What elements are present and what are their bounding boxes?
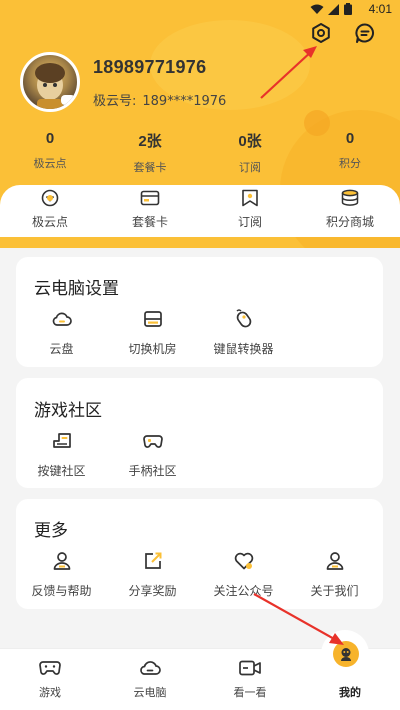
coins-icon (341, 189, 359, 206)
user-help-icon (53, 552, 70, 570)
nav-watch[interactable]: 看一看 (200, 649, 300, 710)
more-card: 更多 反馈与帮助 分享奖励 关注公众号 关于我们 (16, 499, 383, 609)
battery-icon (344, 3, 352, 15)
keys-icon (52, 433, 71, 448)
quick-action-points[interactable]: 极云点 (0, 185, 100, 237)
settings-icon[interactable] (308, 20, 334, 46)
stat-points[interactable]: 0 极云点 (0, 130, 100, 175)
card-icon (140, 190, 160, 206)
profile-icon[interactable] (333, 641, 359, 667)
cloud-id-value: 189****1976 (142, 94, 227, 109)
user-icon (326, 552, 343, 570)
cloud-id: 极云号: 189****1976 (93, 90, 226, 109)
subscribe-icon (242, 189, 258, 207)
status-bar: 4:01 (0, 0, 400, 18)
feedback-help-item[interactable]: 反馈与帮助 (16, 550, 107, 599)
share-icon (144, 552, 161, 569)
mouse-converter-item[interactable]: 键鼠转换器 (198, 308, 289, 357)
stat-package-cards[interactable]: 2张 套餐卡 (100, 130, 200, 175)
more-title: 更多 (34, 521, 68, 541)
stat-subscriptions[interactable]: 0张 订阅 (200, 130, 300, 175)
stat-score[interactable]: 0 积分 (300, 130, 400, 175)
quick-action-subscribe[interactable]: 订阅 (200, 185, 300, 237)
switch-room-item[interactable]: 切换机房 (107, 308, 198, 357)
share-reward-item[interactable]: 分享奖励 (107, 550, 198, 599)
wifi-icon (310, 4, 324, 14)
switch-room-icon (143, 311, 162, 327)
quick-action-points-mall[interactable]: 积分商城 (300, 185, 400, 237)
community-card: 游戏社区 按键社区 手柄社区 (16, 378, 383, 488)
gamepad-community-item[interactable]: 手柄社区 (107, 430, 198, 479)
quick-action-package-card[interactable]: 套餐卡 (100, 185, 200, 237)
signal-icon (328, 3, 339, 15)
game-icon (39, 661, 61, 675)
quick-actions: 极云点 套餐卡 订阅 积分商城 (0, 185, 400, 237)
mouse-icon (235, 309, 251, 328)
keys-community-item[interactable]: 按键社区 (16, 430, 107, 479)
avatar-badge (61, 95, 75, 105)
cloud-pc-icon (140, 661, 161, 675)
clock: 4:01 (368, 2, 392, 16)
video-icon (239, 660, 261, 676)
user-phone: 18989771976 (93, 57, 207, 77)
follow-account-item[interactable]: 关注公众号 (198, 550, 289, 599)
cloud-disk-item[interactable]: 云盘 (16, 308, 107, 357)
heart-icon (234, 552, 253, 570)
community-title: 游戏社区 (34, 401, 102, 421)
about-us-item[interactable]: 关于我们 (289, 550, 380, 599)
stats-row: 0 极云点 2张 套餐卡 0张 订阅 0 积分 (0, 130, 400, 175)
cloud-settings-title: 云电脑设置 (34, 279, 119, 299)
points-icon (41, 189, 59, 207)
cloud-disk-icon (52, 312, 72, 326)
nav-games[interactable]: 游戏 (0, 649, 100, 710)
message-icon[interactable] (352, 20, 378, 46)
nav-cloud-pc[interactable]: 云电脑 (100, 649, 200, 710)
cloud-id-label: 极云号: (93, 94, 137, 109)
gamepad-icon (142, 435, 163, 448)
cloud-settings-card: 云电脑设置 云盘 切换机房 键鼠转换器 (16, 257, 383, 367)
avatar[interactable] (20, 52, 80, 112)
